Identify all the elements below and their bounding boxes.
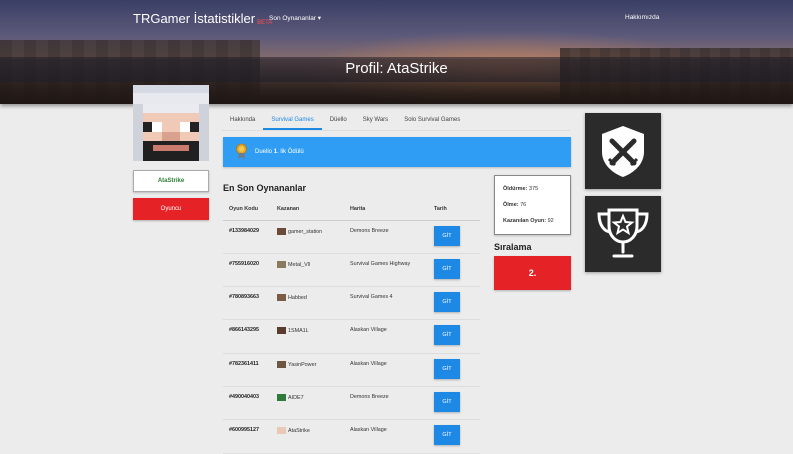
nav-recent-dropdown[interactable]: Son Oynananlar ▾ [269, 14, 321, 22]
map-name: Alaskan Village [344, 353, 428, 387]
stat-deaths: Ölme: 76 [503, 202, 527, 208]
stat-wins: Kazanılan Oyun: 92 [503, 218, 554, 224]
recent-games-title: En Son Oynananlar [223, 183, 307, 193]
brand-link[interactable]: TRGamer İstatistikler BETA [133, 11, 272, 26]
go-button[interactable]: GİT [434, 358, 460, 379]
winner-name[interactable]: AIDE7 [288, 395, 304, 401]
col-code-header: Oyun Kodu [223, 199, 271, 221]
map-name: Demons Breeze [344, 220, 428, 254]
medal-icon [236, 143, 247, 159]
ranking-value: 2. [494, 256, 571, 290]
go-button[interactable]: GİT [434, 391, 460, 412]
crossed-swords-shield-icon [585, 113, 661, 189]
tab-survival-games[interactable]: Survival Games [263, 114, 322, 130]
go-button[interactable]: GİT [434, 292, 460, 313]
tab-duello[interactable]: Düello [322, 114, 355, 130]
winner-avatar [277, 327, 286, 335]
col-date-header: Tarih [428, 199, 480, 221]
game-tabs: Hakkında Survival Games Düello Sky Wars … [222, 114, 468, 130]
go-button[interactable]: GİT [434, 225, 460, 246]
col-winner-header: Kazanan [271, 199, 344, 221]
stats-card: Öldürme: 375 Ölme: 76 Kazanılan Oyun: 92 [494, 175, 571, 235]
winner-avatar [277, 294, 286, 302]
winner-avatar [277, 227, 286, 235]
award-banner: Duello 1. lik Ödülü [223, 137, 571, 167]
tab-solo-survival-games[interactable]: Solo Survival Games [396, 114, 468, 130]
winner-avatar [277, 360, 286, 368]
hero-banner [0, 0, 793, 104]
page-title: Profil: AtaStrike [345, 60, 448, 77]
table-row: #866143295 1SMA1L Alaskan Village GİT [223, 319, 480, 354]
winner-name[interactable]: YasinPower [288, 362, 316, 368]
winner-avatar [277, 393, 286, 401]
winner-avatar [277, 260, 286, 268]
avatar [133, 85, 209, 161]
map-name: Alaskan Village [344, 319, 428, 354]
table-row: #133984029 gamer_station Demons Breeze G… [223, 220, 480, 254]
table-row: #780893663 Habbed Survival Games 4 GİT [223, 286, 480, 321]
winner-name[interactable]: Habbed [288, 295, 307, 301]
map-name: Demons Breeze [344, 386, 428, 421]
caret-down-icon: ▾ [317, 15, 322, 22]
winner-name[interactable]: AtaStrike [288, 428, 310, 434]
winner-name[interactable]: gamer_station [288, 229, 322, 235]
player-role-button[interactable]: Oyuncu [133, 198, 209, 220]
ranking-title: Sıralama [494, 242, 532, 252]
stat-kills: Öldürme: 375 [503, 186, 539, 192]
tab-sky-wars[interactable]: Sky Wars [355, 114, 396, 130]
recent-games-table: Oyun Kodu Kazanan Harita Tarih #13398402… [223, 199, 480, 454]
table-row: #782361411 YasinPower Alaskan Village Gİ… [223, 353, 480, 387]
winner-name[interactable]: Metal_Vll [288, 262, 310, 268]
go-button[interactable]: GİT [434, 258, 460, 279]
table-row: #755916020 Metal_Vll Survival Games High… [223, 253, 480, 288]
trophy-star-icon [585, 196, 661, 272]
go-button[interactable]: GİT [434, 425, 460, 446]
go-button[interactable]: GİT [434, 325, 460, 346]
col-map-header: Harita [344, 199, 428, 221]
winner-avatar [277, 427, 286, 435]
map-name: Alaskan Village [344, 419, 428, 454]
map-name: Survival Games Highway [344, 253, 428, 288]
winner-name[interactable]: 1SMA1L [288, 328, 309, 334]
tab-hakkinda[interactable]: Hakkında [222, 114, 263, 130]
player-name-button[interactable]: AtaStrike [133, 170, 209, 192]
nav-about-link[interactable]: Hakkımızda [625, 14, 659, 21]
table-row: #600995127 AtaStrike Alaskan Village GİT [223, 419, 480, 454]
map-name: Survival Games 4 [344, 286, 428, 321]
table-row: #490040403 AIDE7 Demons Breeze GİT [223, 386, 480, 421]
